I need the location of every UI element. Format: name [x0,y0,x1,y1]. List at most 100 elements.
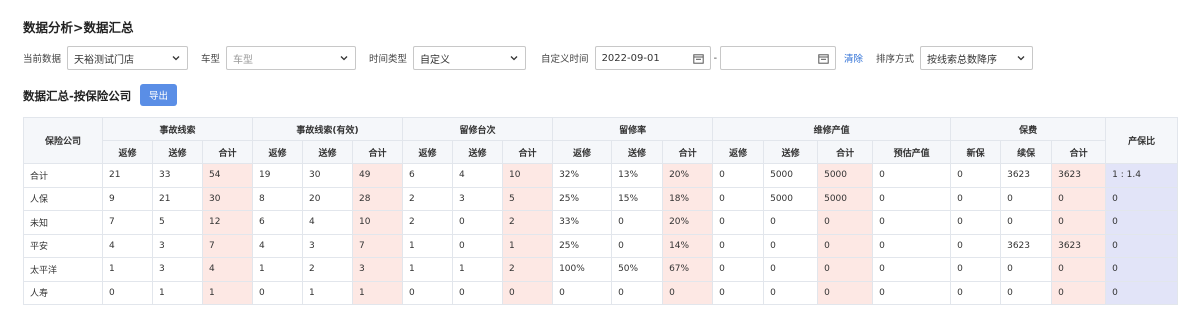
table-cell: 0 [763,257,819,282]
table-cell: 7 [102,210,153,235]
sub-col-header: 送修 [152,140,203,164]
sub-col-header: 合计 [662,140,714,164]
table-cell: 2 [502,257,554,282]
table-cell: 32% [552,163,613,188]
start-date-value: 2022-09-01 [601,52,660,64]
table-cell: 0 [1051,257,1107,282]
table-cell: 1 [152,280,203,305]
table-row: 人寿 0 1 1 0 1 1 0 0 0 0 0 0 0 0 0 0 0 0 0 0 [23,280,1179,305]
car-model-select[interactable]: 车型 [226,46,357,70]
chevron-down-icon [172,56,180,61]
table-cell: 0 [763,210,819,235]
table-cell: 0 [712,163,765,188]
table-cell: 0 [402,280,454,305]
table-cell: 21 [152,186,203,211]
table-cell: 1 [201,280,254,305]
current-data-select[interactable]: 天裕测试门店 [67,46,189,70]
table-cell: 0 [102,280,153,305]
table-cell: 4 [201,257,254,282]
table-cell: 0 [452,210,504,235]
table-cell: 33 [152,163,203,188]
table-cell: 19 [252,163,304,188]
table-cell: 7 [352,233,404,258]
table-cell: 0 [712,233,765,258]
table-cell: 1 [502,233,554,258]
export-button[interactable]: 导出 [140,84,177,106]
table-cell: 0 [1051,186,1107,211]
table-cell: 15% [611,186,664,211]
table-cell: 7 [201,233,254,258]
table-cell: 0 [611,233,664,258]
sort-label: 排序方式 [876,54,915,65]
car-model-label: 车型 [201,54,221,65]
table-cell: 5 [152,210,203,235]
table-cell: 1 [352,280,404,305]
car-model-placeholder: 车型 [233,54,254,66]
calendar-icon[interactable] [818,53,829,64]
table-cell: 1 [302,280,354,305]
company-cell: 人保 [23,186,103,211]
calendar-icon[interactable] [692,53,704,64]
table-row: 合计 21 33 54 19 30 49 6 4 10 32% 13% 20% 0 5000 5000 0 0 36… [23,163,1179,188]
table-cell: 5000 [817,186,874,211]
table-cell: 0 [1105,280,1179,305]
table-cell: 0 [950,163,1002,188]
table-cell: 0 [712,210,765,235]
table-cell: 0 [817,257,874,282]
sub-col-header: 合计 [201,140,254,164]
table-cell: 28 [352,186,404,211]
table-cell: 33% [552,210,613,235]
table-cell: 0 [1051,210,1107,235]
sub-col-header: 合计 [1051,140,1107,164]
table-cell: 3 [352,257,404,282]
end-date-input[interactable] [720,46,836,70]
table-cell: 18% [662,186,714,211]
table-cell: 0 [872,233,952,258]
section-title: 数据汇总-按保险公司 [23,89,132,103]
table-cell: 50% [611,257,664,282]
table-cell: 0 [872,257,952,282]
table-cell: 0 [1000,186,1053,211]
table-cell: 30 [201,186,254,211]
table-cell: 1 : 1.4 [1105,163,1179,188]
clear-link[interactable]: 清除 [844,51,863,65]
sub-col-header: 合计 [817,140,874,164]
table-cell: 3623 [1000,233,1053,258]
col-header-retention-rate: 留修率 [552,117,714,141]
table-cell: 13% [611,163,664,188]
table-cell: 4 [302,210,354,235]
company-cell: 合计 [23,163,103,188]
page: 数据分析>数据汇总 当前数据 天裕测试门店 车型 车型 时间类型 自定义 自定义… [0,0,1200,321]
table-cell: 1 [402,257,454,282]
table-cell: 0 [1000,210,1053,235]
table-cell: 67% [662,257,714,282]
current-data-value: 天裕测试门店 [74,54,135,66]
table-cell: 0 [950,280,1002,305]
sub-col-header: 送修 [611,140,664,164]
col-header-repair-value: 维修产值 [712,117,952,141]
sub-col-header: 返修 [552,140,613,164]
table-cell: 25% [552,233,613,258]
table-cell: 1 [102,257,153,282]
col-header-ratio: 产保比 [1105,117,1179,164]
table-cell: 0 [502,280,554,305]
sub-col-header: 返修 [102,140,153,164]
table-cell: 4 [102,233,153,258]
sub-col-header: 预估产值 [872,140,952,164]
table-cell: 5000 [817,163,874,188]
table-cell: 0 [712,186,765,211]
sub-col-header: 送修 [302,140,354,164]
time-type-select[interactable]: 自定义 [413,46,527,70]
date-range-separator: - [713,52,717,64]
table-cell: 0 [452,233,504,258]
filter-bar: 当前数据 天裕测试门店 车型 车型 时间类型 自定义 自定义时间 2022-09… [23,46,1034,70]
table-cell: 5000 [763,186,819,211]
start-date-input[interactable]: 2022-09-01 [594,46,711,70]
current-data-label: 当前数据 [23,54,62,65]
sort-select[interactable]: 按线索总数降序 [920,46,1034,70]
sub-col-header: 合计 [502,140,554,164]
time-type-value: 自定义 [420,54,451,66]
sub-col-header: 续保 [1000,140,1053,164]
table-cell: 0 [817,280,874,305]
sub-col-header: 返修 [712,140,765,164]
